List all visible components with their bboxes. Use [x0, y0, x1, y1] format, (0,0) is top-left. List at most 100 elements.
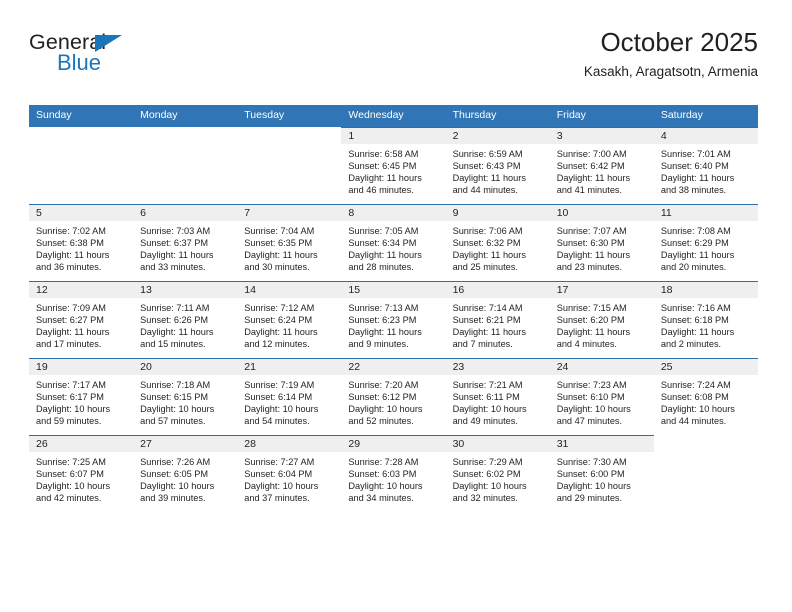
calendar-day-cell[interactable]: 25 Sunrise: 7:24 AM Sunset: 6:08 PM Dayligh…: [653, 357, 758, 436]
weekday-header-monday: Monday: [133, 105, 238, 128]
day-number-band: 4: [653, 127, 758, 144]
sunrise-text: Sunrise: 6:59 AM: [452, 148, 523, 159]
calendar-day-cell[interactable]: 14 Sunrise: 7:12 AM Sunset: 6:24 PM Dayligh…: [237, 280, 342, 359]
day-details: Sunrise: 7:25 AM Sunset: 6:07 PM Daylight:…: [29, 452, 133, 509]
sunrise-text: Sunrise: 7:28 AM: [348, 456, 419, 467]
daylight-text-line2: and 28 minutes.: [348, 262, 414, 273]
daylight-text-line1: Daylight: 11 hours: [244, 327, 318, 338]
calendar-day-cell[interactable]: 9 Sunrise: 7:06 AM Sunset: 6:32 PM Daylight…: [445, 203, 550, 282]
day-number-band: 3: [549, 127, 654, 144]
daylight-text-line1: Daylight: 11 hours: [36, 327, 110, 338]
sunrise-text: Sunrise: 7:04 AM: [244, 225, 315, 236]
calendar-day-cell[interactable]: 23 Sunrise: 7:21 AM Sunset: 6:11 PM Dayligh…: [445, 357, 550, 436]
calendar-week-row: 1 Sunrise: 6:58 AM Sunset: 6:45 PM Daylight…: [29, 126, 758, 205]
daylight-text-line1: Daylight: 11 hours: [556, 173, 631, 184]
sunset-text: Sunset: 6:04 PM: [244, 468, 313, 479]
calendar-week-row: 5 Sunrise: 7:02 AM Sunset: 6:38 PM Daylight…: [29, 203, 758, 282]
sunset-text: Sunset: 6:14 PM: [244, 391, 313, 402]
daylight-text-line2: and 32 minutes.: [452, 493, 518, 504]
day-number-band: 12: [29, 281, 134, 298]
calendar-day-cell[interactable]: 6 Sunrise: 7:03 AM Sunset: 6:37 PM Daylight…: [133, 203, 238, 282]
sunrise-text: Sunrise: 7:11 AM: [140, 302, 210, 313]
calendar-day-cell[interactable]: 28 Sunrise: 7:27 AM Sunset: 6:04 PM Dayligh…: [237, 434, 342, 512]
calendar-day-cell[interactable]: 11 Sunrise: 7:08 AM Sunset: 6:29 PM Dayligh…: [653, 203, 758, 282]
calendar-day-cell[interactable]: 20 Sunrise: 7:18 AM Sunset: 6:15 PM Dayligh…: [133, 357, 238, 436]
sunrise-text: Sunrise: 7:13 AM: [348, 302, 419, 313]
daylight-text-line2: and 39 minutes.: [140, 493, 206, 504]
sunset-text: Sunset: 6:10 PM: [556, 391, 625, 402]
day-details: Sunrise: 7:04 AM Sunset: 6:35 PM Daylight:…: [237, 221, 341, 278]
calendar-day-cell[interactable]: 2 Sunrise: 6:59 AM Sunset: 6:43 PM Daylight…: [445, 126, 550, 205]
sunset-text: Sunset: 6:15 PM: [140, 391, 209, 402]
calendar-day-cell[interactable]: 22 Sunrise: 7:20 AM Sunset: 6:12 PM Dayligh…: [341, 357, 446, 436]
page-subtitle: Kasakh, Aragatsotn, Armenia: [583, 64, 758, 80]
calendar-day-cell[interactable]: 19 Sunrise: 7:17 AM Sunset: 6:17 PM Dayligh…: [29, 357, 134, 436]
calendar-day-cell[interactable]: 27 Sunrise: 7:26 AM Sunset: 6:05 PM Dayligh…: [133, 434, 238, 512]
daylight-text-line2: and 36 minutes.: [36, 262, 102, 273]
calendar-day-cell[interactable]: 26 Sunrise: 7:25 AM Sunset: 6:07 PM Dayligh…: [29, 434, 134, 512]
sunrise-text: Sunrise: 7:05 AM: [348, 225, 419, 236]
sunrise-text: Sunrise: 7:21 AM: [452, 379, 523, 390]
calendar-day-cell[interactable]: 7 Sunrise: 7:04 AM Sunset: 6:35 PM Daylight…: [237, 203, 342, 282]
calendar-day-cell[interactable]: 18 Sunrise: 7:16 AM Sunset: 6:18 PM Dayligh…: [653, 280, 758, 359]
sunrise-text: Sunrise: 7:07 AM: [556, 225, 627, 236]
day-number-band: 23: [445, 358, 550, 375]
sunset-text: Sunset: 6:34 PM: [348, 237, 417, 248]
calendar-day-cell[interactable]: 10 Sunrise: 7:07 AM Sunset: 6:30 PM Dayligh…: [549, 203, 654, 282]
logo-word-blue: Blue: [57, 50, 102, 75]
general-blue-logo[interactable]: General Blue: [29, 31, 149, 82]
day-number-band: 2: [445, 127, 550, 144]
day-details: Sunrise: 7:21 AM Sunset: 6:11 PM Daylight:…: [446, 375, 550, 432]
calendar-day-cell[interactable]: 24 Sunrise: 7:23 AM Sunset: 6:10 PM Dayligh…: [549, 357, 654, 436]
day-number-band: 9: [445, 204, 550, 221]
daylight-text-line1: Daylight: 10 hours: [140, 481, 215, 492]
calendar-day-cell[interactable]: 30 Sunrise: 7:29 AM Sunset: 6:02 PM Dayligh…: [445, 434, 550, 512]
day-number: 19: [36, 360, 48, 373]
daylight-text-line2: and 15 minutes.: [140, 339, 206, 350]
day-number: 10: [556, 206, 569, 219]
day-details: Sunrise: 7:13 AM Sunset: 6:23 PM Daylight:…: [341, 298, 445, 355]
calendar-day-cell[interactable]: 8 Sunrise: 7:05 AM Sunset: 6:34 PM Daylight…: [341, 203, 446, 282]
day-number-band: 22: [341, 358, 446, 375]
day-number: 3: [556, 129, 563, 142]
day-details: Sunrise: 7:24 AM Sunset: 6:08 PM Daylight:…: [654, 375, 758, 432]
daylight-text-line1: Daylight: 11 hours: [660, 327, 735, 338]
day-details: Sunrise: 7:11 AM Sunset: 6:26 PM Daylight:…: [133, 298, 237, 355]
weekday-header-sunday: Sunday: [29, 105, 134, 128]
calendar-day-cell[interactable]: 21 Sunrise: 7:19 AM Sunset: 6:14 PM Dayligh…: [237, 357, 342, 436]
sunset-text: Sunset: 6:40 PM: [660, 160, 729, 171]
daylight-text-line1: Daylight: 11 hours: [244, 250, 318, 261]
day-number: 30: [452, 437, 465, 450]
daylight-text-line2: and 59 minutes.: [36, 416, 102, 427]
calendar-day-cell[interactable]: 13 Sunrise: 7:11 AM Sunset: 6:26 PM Dayligh…: [133, 280, 238, 359]
day-number-band: 30: [445, 435, 550, 452]
daylight-text-line2: and 20 minutes.: [660, 262, 727, 273]
day-number: 15: [348, 283, 361, 296]
title-block: October 2025 Kasakh, Aragatsotn, Armenia: [583, 27, 758, 80]
sunrise-text: Sunrise: 7:30 AM: [556, 456, 627, 467]
calendar-day-cell[interactable]: 15 Sunrise: 7:13 AM Sunset: 6:23 PM Dayligh…: [341, 280, 446, 359]
sunrise-text: Sunrise: 7:12 AM: [244, 302, 315, 313]
day-number: 31: [556, 437, 569, 450]
sunset-text: Sunset: 6:32 PM: [452, 237, 521, 248]
calendar-day-cell[interactable]: 4 Sunrise: 7:01 AM Sunset: 6:40 PM Daylight…: [653, 126, 758, 205]
calendar-day-cell[interactable]: 16 Sunrise: 7:14 AM Sunset: 6:21 PM Dayligh…: [445, 280, 550, 359]
daylight-text-line2: and 46 minutes.: [348, 185, 414, 196]
sunrise-text: Sunrise: 7:25 AM: [36, 456, 106, 467]
calendar-day-cell[interactable]: 31 Sunrise: 7:30 AM Sunset: 6:00 PM Dayligh…: [549, 434, 654, 512]
calendar-week-row: 26 Sunrise: 7:25 AM Sunset: 6:07 PM Dayligh…: [29, 434, 758, 512]
calendar-day-cell[interactable]: 12 Sunrise: 7:09 AM Sunset: 6:27 PM Dayligh…: [29, 280, 134, 359]
sunrise-text: Sunrise: 7:06 AM: [452, 225, 523, 236]
sunrise-text: Sunrise: 7:02 AM: [36, 225, 106, 236]
day-number-band: 28: [237, 435, 342, 452]
day-number-band: 20: [133, 358, 238, 375]
calendar-day-cell[interactable]: 3 Sunrise: 7:00 AM Sunset: 6:42 PM Daylight…: [549, 126, 654, 205]
calendar-day-cell[interactable]: 29 Sunrise: 7:28 AM Sunset: 6:03 PM Dayligh…: [341, 434, 446, 512]
calendar-day-cell[interactable]: 17 Sunrise: 7:15 AM Sunset: 6:20 PM Dayligh…: [549, 280, 654, 359]
calendar-day-cell[interactable]: 5 Sunrise: 7:02 AM Sunset: 6:38 PM Daylight…: [29, 203, 134, 282]
day-number-band: 7: [237, 204, 342, 221]
day-number: 7: [244, 206, 251, 219]
calendar-day-cell[interactable]: 1 Sunrise: 6:58 AM Sunset: 6:45 PM Daylight…: [341, 126, 446, 205]
day-number-band: 17: [549, 281, 654, 298]
daylight-text-line2: and 2 minutes.: [660, 339, 722, 350]
